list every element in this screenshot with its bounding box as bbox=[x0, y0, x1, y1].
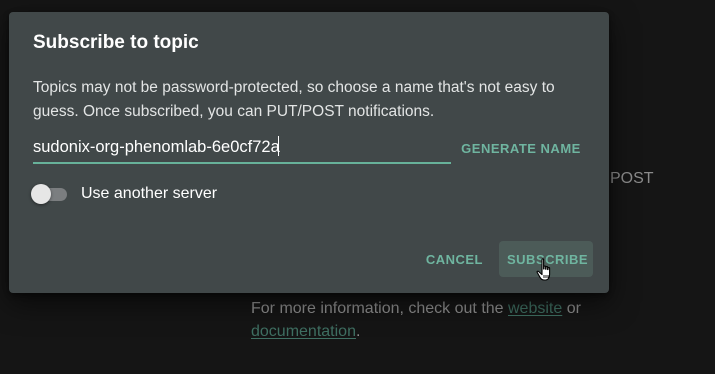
info-middle: or bbox=[562, 300, 581, 317]
use-another-server-row: Use another server bbox=[31, 182, 217, 206]
dialog-description: Topics may not be password-protected, so… bbox=[33, 79, 555, 120]
background-info-text: For more information, check out the webs… bbox=[251, 297, 691, 343]
info-prefix: For more information, check out the bbox=[251, 300, 508, 317]
switch-thumb bbox=[31, 184, 51, 204]
dialog-title: Subscribe to topic bbox=[33, 32, 199, 53]
hand-pointer-icon bbox=[536, 258, 551, 281]
use-another-server-switch[interactable] bbox=[31, 183, 69, 205]
documentation-link[interactable]: documentation bbox=[251, 323, 356, 340]
info-suffix: . bbox=[355, 323, 361, 340]
subscribe-dialog: Subscribe to topic Topics may not be pas… bbox=[9, 12, 609, 293]
use-another-server-label: Use another server bbox=[81, 185, 218, 202]
website-link[interactable]: website bbox=[508, 300, 562, 317]
page: POST For more information, check out the… bbox=[0, 0, 715, 374]
cancel-button[interactable]: CANCEL bbox=[418, 241, 491, 277]
topic-input[interactable] bbox=[33, 134, 451, 160]
background-text-fragment: POST bbox=[610, 170, 654, 187]
text-caret bbox=[278, 136, 279, 156]
dialog-actions: CANCEL SUBSCRIBE bbox=[418, 241, 593, 277]
generate-name-button[interactable]: GENERATE NAME bbox=[451, 136, 591, 160]
topic-field bbox=[33, 134, 451, 164]
